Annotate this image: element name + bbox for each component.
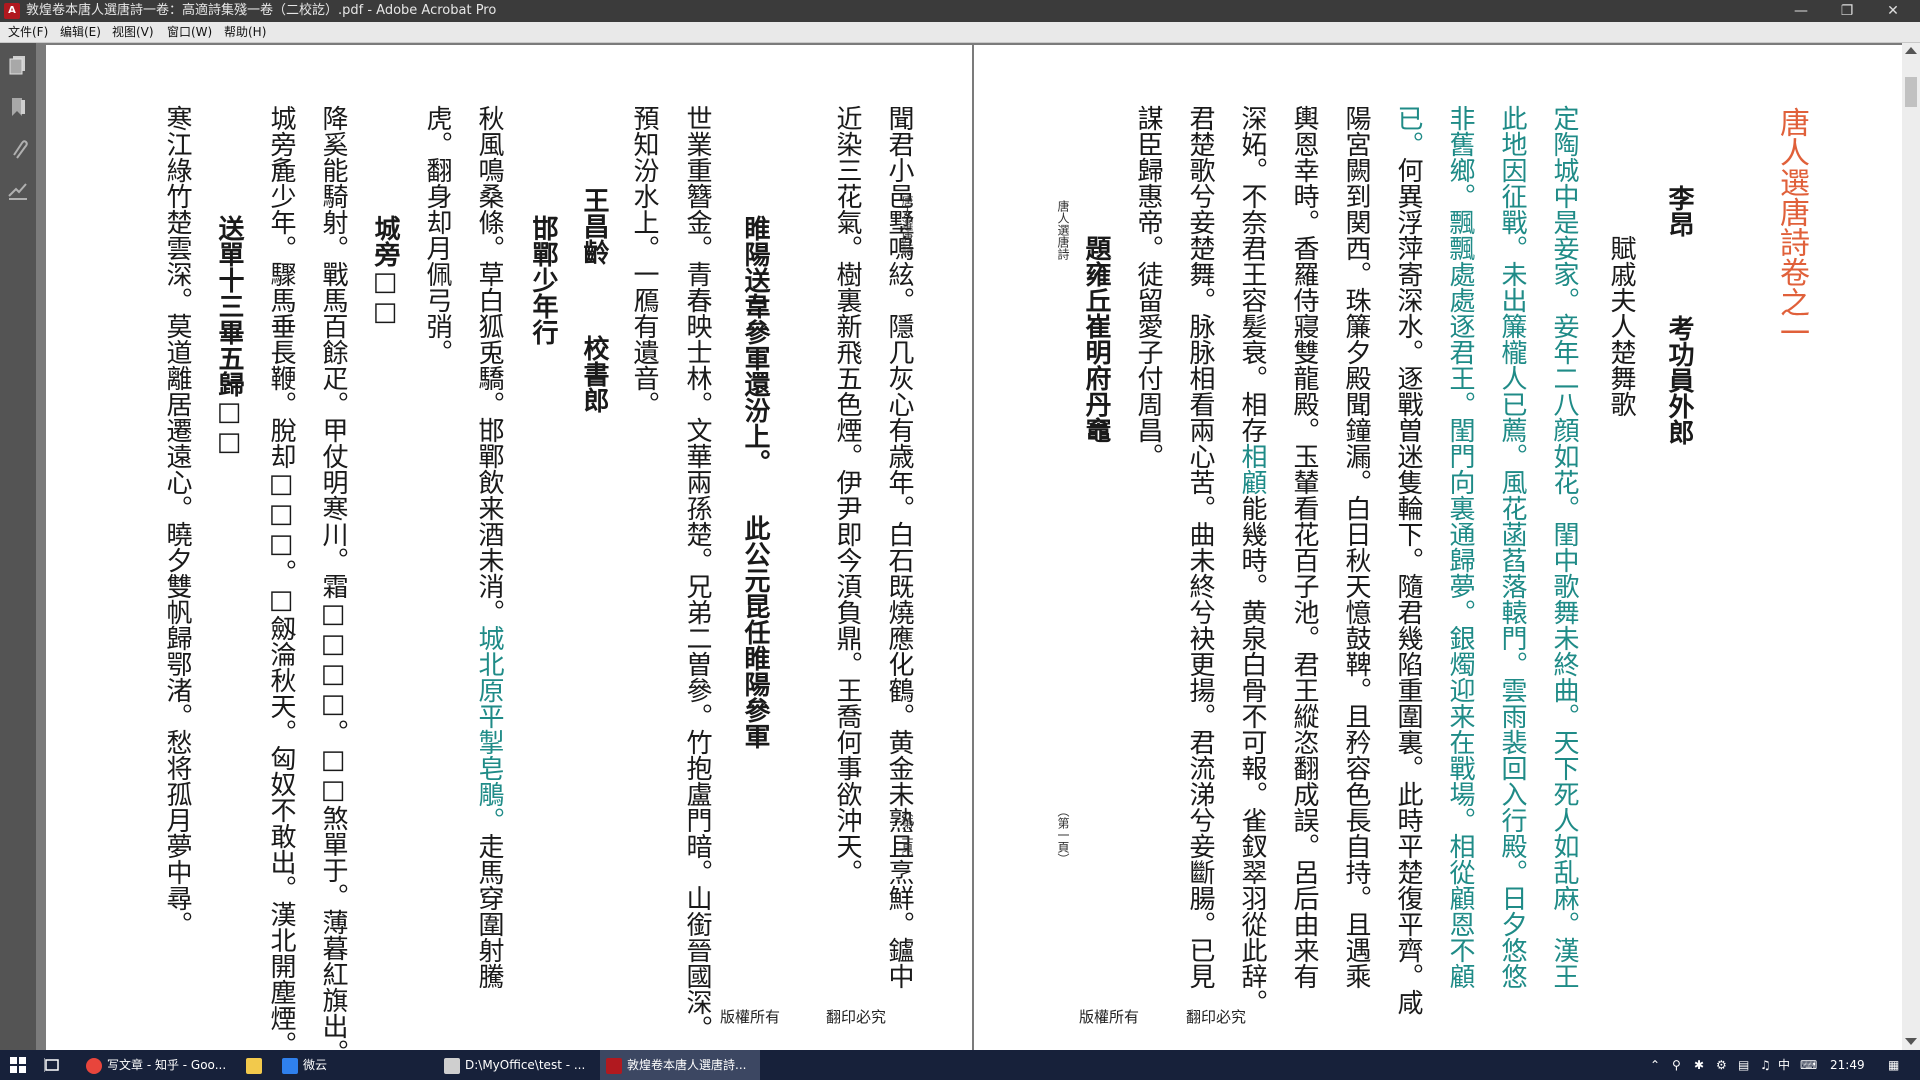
restore-button[interactable]: ❐ (1824, 0, 1870, 22)
taskbar-item-chrome[interactable]: 写文章 - 知乎 - Goo... (80, 1050, 240, 1080)
scroll-up-icon[interactable] (1905, 47, 1917, 54)
footer-reprint: 翻印必究 (826, 1008, 887, 1026)
page-number: （第一頁） (1056, 805, 1070, 865)
task-view-icon[interactable] (43, 1057, 60, 1073)
cloud-icon (282, 1057, 298, 1074)
poem-line: 已。何異浮萍寄深水。逐戰曽迷隻輪下。隨君幾陷重圍裏。此時平楚復平齊。咸 (1393, 105, 1423, 1015)
poem-line: 此地因征戰。未出簾櫳人已薦。風花菡萏落轅門。雲雨裴回入行殿。日夕悠悠 (1497, 105, 1527, 989)
poem-line: 虎。翻身却月佩弓弰。 (422, 105, 452, 365)
taskbar-item-weiyun[interactable]: 微云 (276, 1050, 436, 1080)
navigation-pane (0, 43, 36, 1050)
book-title: 唐人選唐詩卷之一 (1774, 107, 1809, 347)
bookmarks-icon[interactable] (6, 95, 30, 119)
poem-title: 賦戚夫人楚舞歌 (1606, 235, 1636, 417)
page-number: （第二頁） (900, 805, 914, 865)
notification-icon[interactable]: ▦ (1888, 1050, 1899, 1080)
scroll-down-icon[interactable] (1905, 1038, 1917, 1045)
poem-line: 降奚能騎射。戰馬百餘疋。甲仗明寒川。霜□□□□。□□煞單于。薄暮紅旗出。 (318, 105, 348, 1050)
window-title: 敦煌卷本唐人選唐詩一卷：高適詩集殘一卷（二校訖）.pdf - Adobe Acr… (26, 3, 497, 18)
poem-line: 輿恩幸時。香羅侍寢雙龍殿。玉輦看花百子池。君王縱恣翻成誤。呂后由来有 (1289, 105, 1319, 989)
page-header: 唐人選唐詩 (900, 195, 914, 255)
taskbar-item-myoffice[interactable]: D:\MyOffice\test - ... (438, 1050, 598, 1080)
taskbar-item-explorer[interactable] (240, 1050, 272, 1080)
chevron-up-icon[interactable]: ⌃ (1650, 1050, 1660, 1080)
chrome-icon (86, 1057, 102, 1074)
footer-reprint: 翻印必究 (1186, 1008, 1247, 1026)
clock[interactable]: 21:49 (1830, 1050, 1865, 1080)
poem-line: 君楚歌兮妾楚舞。脉脉相看兩心苦。曲未終兮袂更揚。君流涕兮妾斷腸。已見 (1185, 105, 1215, 989)
menu-edit[interactable]: 编辑(E) (58, 22, 103, 42)
menu-file[interactable]: 文件(F) (6, 22, 50, 42)
minimize-button[interactable]: — (1778, 0, 1824, 22)
poem-line: 謀臣歸惠帝。徒留愛子付周昌。 (1133, 105, 1163, 469)
pdf-page-2[interactable]: 聞君小邑墅鳴絃。隱几灰心有歳年。白石既燒應化鶴。黄金未熟且烹鮮。鑪中 近染三花氣… (46, 45, 972, 1050)
poem-line: 城旁麁少年。驟馬垂長鞭。脫却□□□。□劔淪秋天。匈奴不敢出。漢北開塵煙。 (266, 105, 296, 1050)
settings-icon[interactable]: ⚙ (1716, 1050, 1727, 1080)
menu-window[interactable]: 窗口(W) (165, 22, 214, 42)
poem-line: 寒江綠竹楚雲深。莫道離居遷遠心。曉夕雙帆歸鄂渚。愁将孤月夢中尋。 (162, 105, 192, 937)
windows-start-icon[interactable] (10, 1057, 26, 1073)
taskbar: 写文章 - 知乎 - Goo... 微云 D:\MyOffice\test - … (0, 1050, 1920, 1080)
author-name: 李昂 (1664, 185, 1694, 237)
folder-icon (246, 1057, 262, 1074)
poem-line: 預知汾水上。一鴈有遺音。 (629, 105, 659, 417)
poem-line: 近染三花氣。樹裏新飛五色煙。伊尹即今湏負鼎。王喬何事欲沖天。 (832, 105, 862, 885)
poem-title: 睢陽送韋參軍還汾上。 (740, 215, 770, 475)
acrobat-icon: A (4, 3, 20, 19)
page-header: 唐人選唐詩 (1056, 200, 1070, 260)
pages-icon[interactable] (6, 53, 30, 77)
poem-line: 非舊鄉。飄飄處處逐君王。閨門向裏通歸夢。銀燭迎来在戰場。相從顧恩不顧 (1445, 105, 1475, 989)
document-area[interactable]: 聞君小邑墅鳴絃。隱几灰心有歳年。白石既燒應化鶴。黄金未熟且烹鮮。鑪中 近染三花氣… (36, 43, 1902, 1050)
poem-line: 秋風鳴桑條。草白狐兎驕。邯鄲飲来酒未消。城北原平掣皂鵰。走馬穿圍射騰 (474, 105, 504, 989)
menu-view[interactable]: 视图(V) (110, 22, 156, 42)
menu-bar: 文件(F) 编辑(E) 视图(V) 窗口(W) 帮助(H) (0, 22, 1920, 43)
acrobat-icon (606, 1057, 622, 1074)
author-role: 校書郎 (579, 335, 609, 413)
volume-icon[interactable]: ♫ (1760, 1050, 1771, 1080)
poem-title: 城旁□□ (370, 215, 400, 327)
poem-line: 深妬。不奈君王容髪衰。相存相顧能幾時。黄泉白骨不可報。雀釵翠羽從此辞。 (1237, 105, 1267, 1015)
poem-line: 世業重簪金。青春映士林。文華兩孫楚。兄弟二曽參。竹抱盧門暗。山銜晉國深。 (682, 105, 712, 1041)
keyboard-icon[interactable]: ⌨ (1800, 1050, 1817, 1080)
poem-title: 送單十三畢五歸□□ (214, 215, 244, 457)
poem-line: 陽宮闕到関西。珠簾夕殿聞鐘漏。白日秋天憶鼓鞞。且矜容色長自持。且遇乘 (1341, 105, 1371, 989)
vertical-scrollbar[interactable] (1902, 43, 1920, 1050)
author-name: 王昌齡 (579, 187, 609, 265)
poem-title-note: 此公元昆任睢陽參軍 (740, 515, 770, 749)
title-bar: A 敦煌卷本唐人選唐詩一卷：高適詩集殘一卷（二校訖）.pdf - Adobe A… (0, 0, 1920, 22)
poem-line: 定陶城中是妾家。妾年二八顔如花。閨中歌舞未終曲。天下死人如乱麻。漢王 (1549, 105, 1579, 989)
search-icon[interactable]: ⚲ (1672, 1050, 1681, 1080)
poem-title: 邯鄲少年行 (528, 215, 558, 345)
attachments-icon[interactable] (6, 137, 30, 161)
signatures-icon[interactable] (6, 179, 30, 203)
menu-help[interactable]: 帮助(H) (222, 22, 268, 42)
author-role: 考功員外郎 (1664, 315, 1694, 445)
network-icon[interactable]: ▤ (1738, 1050, 1749, 1080)
scroll-thumb[interactable] (1905, 77, 1917, 107)
pdf-page-1[interactable]: 唐人選唐詩卷之一 李昂 考功員外郎 賦戚夫人楚舞歌 定陶城中是妾家。妾年二八顔如… (974, 45, 1902, 1050)
poem-title: 題雍丘崔明府丹竈 (1081, 235, 1111, 443)
bluetooth-icon[interactable]: ✱ (1694, 1050, 1704, 1080)
close-button[interactable]: ✕ (1870, 0, 1916, 22)
footer-copyright: 版權所有 (720, 1008, 781, 1026)
footer-copyright: 版權所有 (1079, 1008, 1140, 1026)
document-icon (444, 1057, 460, 1074)
taskbar-item-acrobat[interactable]: 敦煌卷本唐人選唐詩... (600, 1050, 760, 1080)
ime-indicator[interactable]: 中 (1778, 1050, 1790, 1080)
